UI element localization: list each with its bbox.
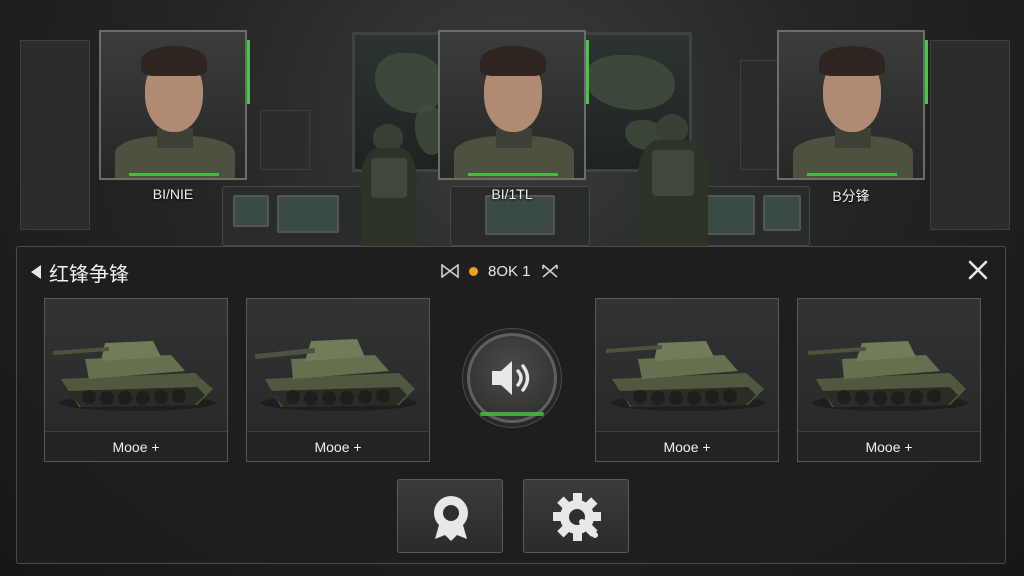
commander-portrait-1[interactable]	[99, 30, 250, 180]
tank-label: Mooe +	[865, 438, 913, 455]
tank-label: Mooe +	[112, 438, 160, 455]
tank-label-row: Mooe +	[247, 431, 429, 461]
health-bar	[468, 173, 558, 176]
settings-gear-icon	[553, 493, 601, 541]
tank-icon	[605, 341, 766, 411]
tank-card-2[interactable]: Mooe +	[246, 298, 430, 462]
commander-name-3: B分锋	[832, 188, 870, 204]
profile-badge-icon	[434, 496, 468, 541]
tank-card-3[interactable]: Mooe +	[595, 298, 779, 462]
bowtie-icon	[441, 264, 459, 278]
panel-header: 红锋争锋 8OK 1	[17, 247, 1005, 295]
side-indicator	[247, 40, 250, 104]
speaker-icon	[492, 361, 530, 395]
wall-box-right	[740, 60, 780, 170]
tank-icon	[52, 341, 215, 411]
health-bar	[807, 173, 897, 176]
panel-title: 红锋争锋	[49, 263, 129, 286]
sound-button[interactable]	[467, 333, 557, 423]
commander-portrait-2[interactable]	[438, 30, 589, 180]
tank-label: Mooe +	[314, 438, 362, 455]
profile-button[interactable]	[397, 479, 503, 553]
health-bar	[129, 173, 219, 176]
tank-label-row: Mooe +	[798, 431, 980, 461]
tank-label-row: Mooe +	[45, 431, 227, 461]
back-button[interactable]: 红锋争锋	[31, 259, 129, 286]
commander-name-2: BI/1TL	[491, 186, 533, 202]
crossed-swords-icon	[541, 264, 558, 278]
tank-selection-panel: 红锋争锋 8OK 1 Mooe + Mooe + Mooe + Mooe +	[16, 246, 1006, 564]
tank-icon	[254, 339, 417, 411]
close-icon[interactable]	[967, 259, 989, 281]
tank-card-4[interactable]: Mooe +	[797, 298, 981, 462]
tank-card-1[interactable]: Mooe +	[44, 298, 228, 462]
wall-box	[260, 110, 310, 170]
status-text: 8OK 1	[488, 262, 531, 280]
status-dot-icon	[469, 266, 478, 276]
back-arrow-icon	[31, 265, 41, 279]
tank-label-row: Mooe +	[596, 431, 778, 461]
commander-portrait-3[interactable]	[777, 30, 928, 180]
status-indicator: 8OK 1	[441, 259, 559, 283]
side-indicator	[925, 40, 928, 104]
tank-icon	[807, 341, 968, 411]
tank-label: Mooe +	[663, 438, 711, 455]
soldier-left	[355, 124, 425, 254]
wall-console-left	[20, 40, 90, 230]
sound-level-indicator	[480, 412, 544, 416]
soldier-right	[630, 114, 716, 254]
commander-name-1: BI/NIE	[152, 186, 194, 202]
settings-button[interactable]	[523, 479, 629, 553]
wall-console-right	[930, 40, 1010, 230]
side-indicator	[586, 40, 589, 104]
